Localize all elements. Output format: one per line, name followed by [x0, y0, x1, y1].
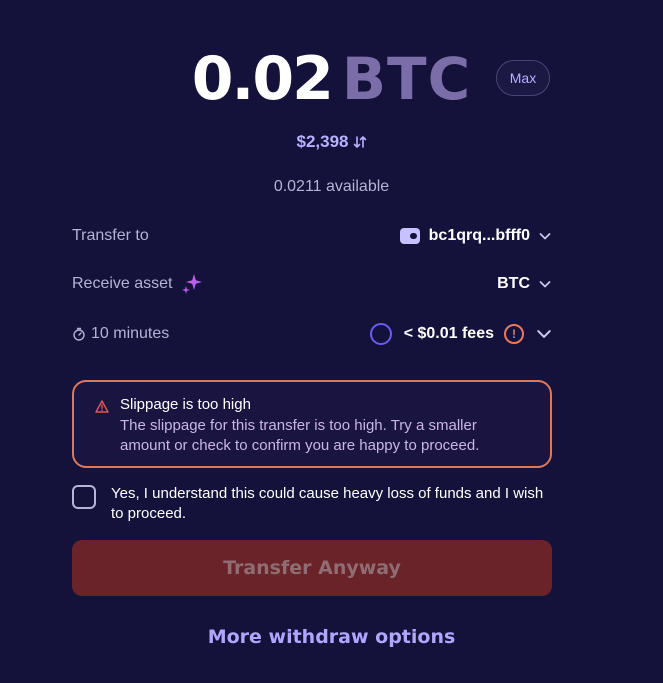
receive-asset-value: BTC — [497, 275, 530, 292]
acknowledge-checkbox[interactable] — [72, 485, 96, 509]
destination-address: bc1qrq...bfff0 — [428, 227, 530, 244]
chevron-down-icon — [537, 330, 551, 338]
fiat-value: $2,398 — [296, 132, 349, 151]
receive-asset-label: Receive asset — [72, 275, 173, 292]
transfer-anyway-button[interactable]: Transfer Anyway — [72, 540, 552, 596]
receive-asset-row: Receive asset BTC — [72, 270, 552, 298]
wallet-icon — [399, 228, 420, 244]
transfer-to-label: Transfer to — [72, 227, 149, 244]
amount-display[interactable]: 0.02 BTC — [0, 44, 663, 116]
fee-time-row: 10 minutes < $0.01 fees ! — [72, 320, 552, 348]
fee-selector[interactable]: < $0.01 fees ! — [369, 323, 552, 345]
warning-triangle-icon — [95, 400, 109, 413]
stopwatch-icon — [73, 327, 85, 341]
receive-asset-selector[interactable]: BTC — [497, 275, 552, 293]
acknowledge-row[interactable]: Yes, I understand this could cause heavy… — [72, 483, 552, 527]
fee-amount: < $0.01 fees — [403, 325, 494, 342]
chevron-down-icon — [539, 233, 551, 240]
alert-title: Slippage is too high — [120, 396, 251, 413]
more-withdraw-options-link[interactable]: More withdraw options — [0, 626, 663, 648]
amount-unit: BTC — [341, 45, 472, 113]
withdraw-panel: 0.02 BTC Max $2,398 0.0211 available Tra… — [0, 0, 663, 683]
chevron-down-icon — [539, 281, 551, 288]
available-balance: 0.0211 available — [273, 178, 390, 195]
destination-address-selector[interactable]: bc1qrq...bfff0 — [399, 227, 552, 245]
transfer-to-row: Transfer to bc1qrq...bfff0 — [72, 222, 552, 250]
acknowledge-label[interactable]: Yes, I understand this could cause heavy… — [111, 484, 552, 524]
slippage-warning: Slippage is too high The slippage for th… — [72, 380, 552, 468]
fiat-value-toggle[interactable]: $2,398 — [0, 130, 663, 154]
fee-warning-icon[interactable]: ! — [504, 324, 524, 344]
estimated-time: 10 minutes — [91, 325, 170, 342]
sparkle-icon — [181, 274, 202, 294]
amount-value[interactable]: 0.02 — [192, 44, 334, 114]
swap-arrows-icon[interactable] — [353, 135, 367, 149]
max-button[interactable]: Max — [496, 60, 550, 96]
alert-message: The slippage for this transfer is too hi… — [120, 417, 480, 454]
fee-progress-icon — [369, 323, 392, 345]
